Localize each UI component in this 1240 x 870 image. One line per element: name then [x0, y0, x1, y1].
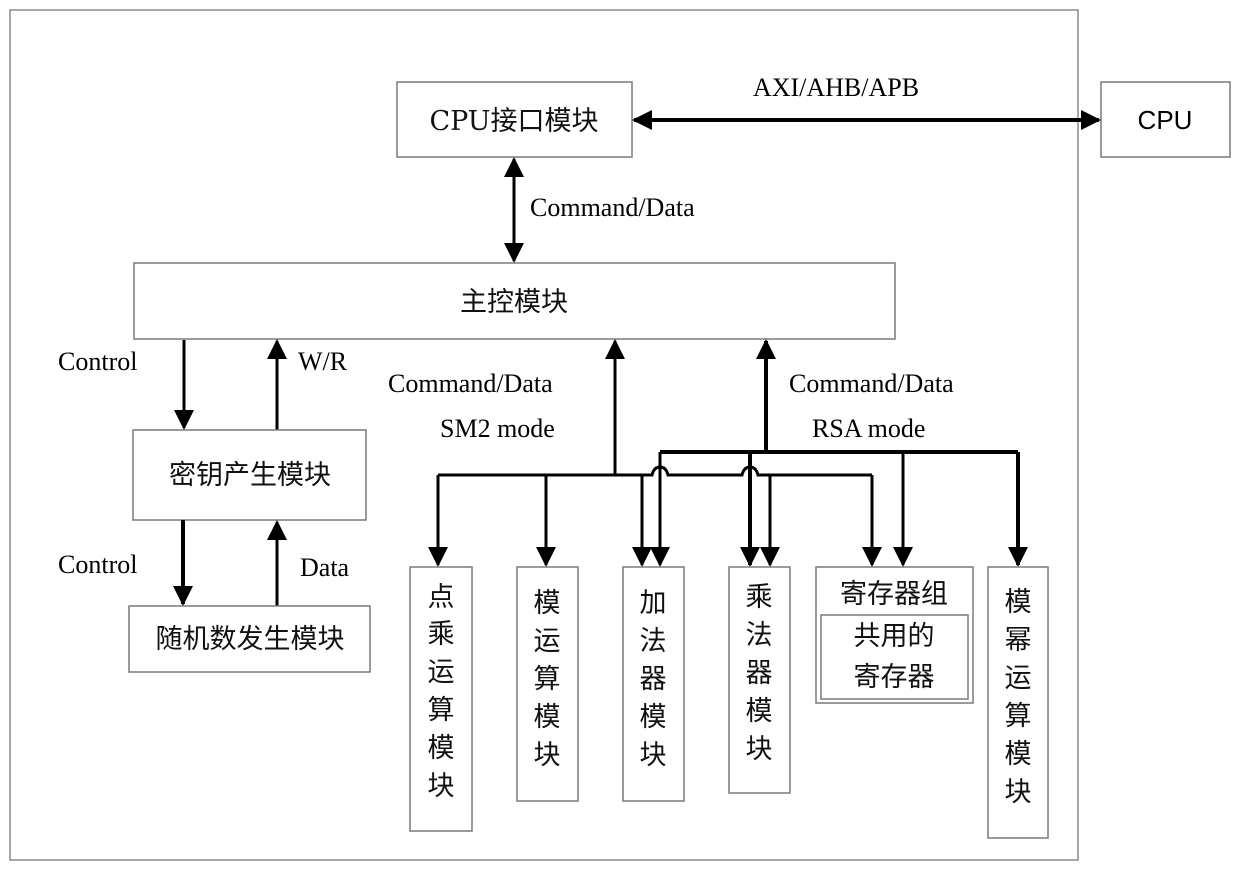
main-control-module[interactable]: 主控模块 [133, 262, 896, 340]
sm2-mode-label: SM2 mode [440, 414, 555, 443]
block-diagram: CPU接口模块 CPU AXI/AHB/APB Command/Data 主控模… [9, 9, 1231, 861]
point-mult-char: 算 [428, 695, 455, 726]
point-mult-char: 模 [428, 733, 455, 764]
cpu-label: CPU [1138, 105, 1193, 135]
mod-exp-char: 运 [1005, 663, 1032, 694]
multiplier-char: 块 [746, 734, 773, 765]
control-label-1: Control [58, 347, 137, 376]
key-generation-label: 密钥产生模块 [169, 460, 331, 491]
system-bus-label: AXI/AHB/APB [753, 73, 919, 102]
mod-op-char: 块 [534, 740, 561, 771]
mod-exp-char: 幂 [1005, 625, 1032, 656]
mod-op-char: 模 [534, 588, 561, 619]
mod-op-char: 模 [534, 702, 561, 733]
adder-char: 器 [640, 664, 667, 695]
multiplier-module[interactable]: 乘 法 器 模 块 [728, 566, 791, 794]
mod-exp-char: 算 [1005, 701, 1032, 732]
adder-module[interactable]: 加 法 器 模 块 [622, 566, 685, 802]
point-mult-char: 乘 [428, 619, 455, 650]
adder-char: 加 [640, 588, 667, 619]
register-group-title: 寄存器组 [840, 579, 948, 610]
mod-exp-char: 模 [1005, 739, 1032, 770]
point-multiplication-module[interactable]: 点 乘 运 算 模 块 [409, 566, 473, 832]
multiplier-char: 法 [746, 620, 773, 651]
cpu-module[interactable]: CPU [1100, 81, 1231, 158]
sm2-bus-line [438, 465, 872, 477]
shared-register-line1: 共用的 [854, 621, 935, 652]
multiplier-char: 模 [746, 696, 773, 727]
mod-op-char: 运 [534, 626, 561, 657]
multiplier-char: 器 [746, 658, 773, 689]
rsa-command-label: Command/Data [789, 369, 954, 398]
key-generation-module[interactable]: 密钥产生模块 [132, 429, 367, 521]
sm2-command-label: Command/Data [388, 369, 553, 398]
wr-label: W/R [298, 347, 348, 376]
point-mult-char: 点 [428, 582, 455, 613]
control-label-2: Control [58, 550, 137, 579]
data-label: Data [300, 553, 350, 582]
register-group-module[interactable]: 寄存器组 共用的 寄存器 [815, 566, 974, 704]
main-control-label: 主控模块 [460, 287, 568, 318]
multiplier-char: 乘 [746, 582, 773, 613]
cpu-interface-label: CPU接口模块 [429, 106, 598, 137]
point-mult-char: 运 [428, 657, 455, 688]
mod-exp-char: 块 [1005, 777, 1032, 808]
adder-char: 法 [640, 626, 667, 657]
random-number-module[interactable]: 随机数发生模块 [128, 605, 371, 673]
modular-exponentiation-module[interactable]: 模 幂 运 算 模 块 [987, 566, 1049, 839]
random-number-label: 随机数发生模块 [156, 624, 345, 655]
mod-op-char: 算 [534, 664, 561, 695]
cpu-interface-module[interactable]: CPU接口模块 [396, 81, 633, 158]
shared-register-line2: 寄存器 [854, 662, 935, 693]
point-mult-char: 块 [428, 771, 455, 802]
rsa-mode-label: RSA mode [812, 414, 925, 443]
cpu-main-label: Command/Data [530, 193, 695, 222]
modular-operation-module[interactable]: 模 运 算 模 块 [516, 566, 579, 802]
adder-char: 模 [640, 702, 667, 733]
adder-char: 块 [640, 740, 667, 771]
mod-exp-char: 模 [1005, 587, 1032, 618]
